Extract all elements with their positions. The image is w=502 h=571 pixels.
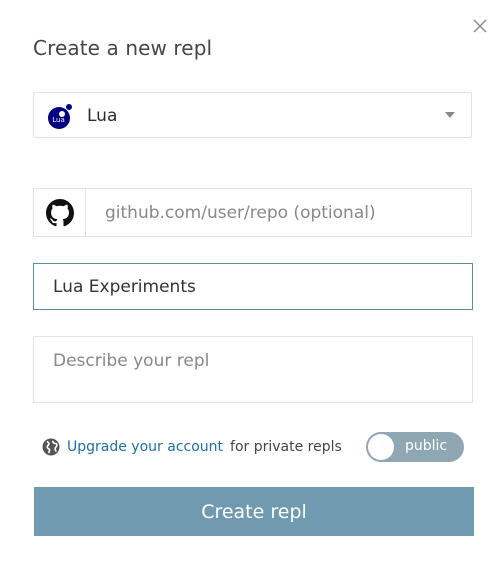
svg-text:Lua: Lua: [52, 116, 65, 124]
lua-logo-icon: Lua: [47, 104, 73, 130]
privacy-toggle[interactable]: public: [366, 432, 464, 462]
close-icon[interactable]: [470, 16, 490, 36]
globe-icon: [42, 438, 60, 456]
toggle-knob: [368, 434, 394, 460]
description-input[interactable]: [33, 336, 473, 403]
chevron-down-icon: [445, 112, 455, 118]
upgrade-account-link[interactable]: Upgrade your account: [67, 439, 223, 455]
language-label: Lua: [87, 106, 118, 126]
repl-name-input[interactable]: [33, 263, 473, 310]
toggle-label: public: [405, 438, 448, 454]
privacy-row: Upgrade your account for private repls: [42, 437, 342, 457]
github-import-row: [33, 188, 472, 237]
create-repl-button[interactable]: Create repl: [34, 487, 474, 536]
private-repls-text: for private repls: [230, 439, 342, 455]
github-icon: [34, 189, 86, 236]
language-select[interactable]: Lua Lua: [33, 92, 472, 138]
github-url-input[interactable]: [86, 189, 471, 236]
dialog-title: Create a new repl: [33, 36, 213, 60]
